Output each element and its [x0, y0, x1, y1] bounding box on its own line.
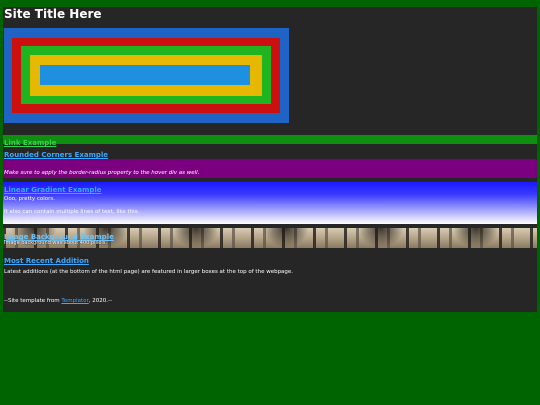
arch-decoration: [453, 228, 499, 248]
page-container: Site Title Here Link Example Rounded Cor…: [3, 7, 537, 312]
rounded-corners-heading: Rounded Corners Example: [3, 146, 537, 159]
link-example-section: Link Example: [3, 135, 537, 147]
footer: --Site template from Templator, 2020.--: [3, 294, 537, 312]
rounded-corners-link[interactable]: Rounded Corners Example: [4, 151, 108, 159]
arch-decoration: [358, 228, 404, 248]
header: Site Title Here: [3, 7, 537, 135]
linear-gradient-section[interactable]: Linear Gradient Example Ooo, pretty colo…: [3, 182, 537, 224]
nested-box-blue-inner: [40, 65, 250, 85]
image-background-section[interactable]: Image Background Example Image backgroun…: [3, 228, 537, 248]
linear-gradient-link[interactable]: Linear Gradient Example: [4, 186, 102, 194]
linear-gradient-line-2: It also can contain multiple lines of te…: [4, 209, 140, 215]
linear-gradient-heading: Linear Gradient Example: [4, 182, 102, 195]
most-recent-section: Most Recent Addition Latest additions (a…: [3, 248, 537, 294]
arch-decoration: [263, 228, 309, 248]
footer-prefix: --Site template from: [4, 298, 62, 304]
linear-gradient-line-1: Ooo, pretty colors.: [4, 196, 56, 202]
image-background-text: Image background was about 400 pixels.: [4, 240, 107, 246]
most-recent-heading: Most Recent Addition: [4, 253, 89, 266]
most-recent-link[interactable]: Most Recent Addition: [4, 257, 89, 265]
footer-suffix: , 2020.--: [88, 298, 112, 304]
arch-decoration: [173, 228, 219, 248]
rounded-corners-section: Rounded Corners Example Make sure to app…: [3, 144, 537, 178]
rounded-corners-box[interactable]: Make sure to apply the border-radius pro…: [3, 159, 537, 178]
footer-text: --Site template from Templator, 2020.--: [4, 298, 112, 304]
site-title: Site Title Here: [4, 7, 102, 21]
most-recent-text: Latest additions (at the bottom of the h…: [4, 269, 294, 275]
rounded-corners-text: Make sure to apply the border-radius pro…: [4, 170, 200, 176]
templator-link[interactable]: Templator: [61, 298, 88, 304]
